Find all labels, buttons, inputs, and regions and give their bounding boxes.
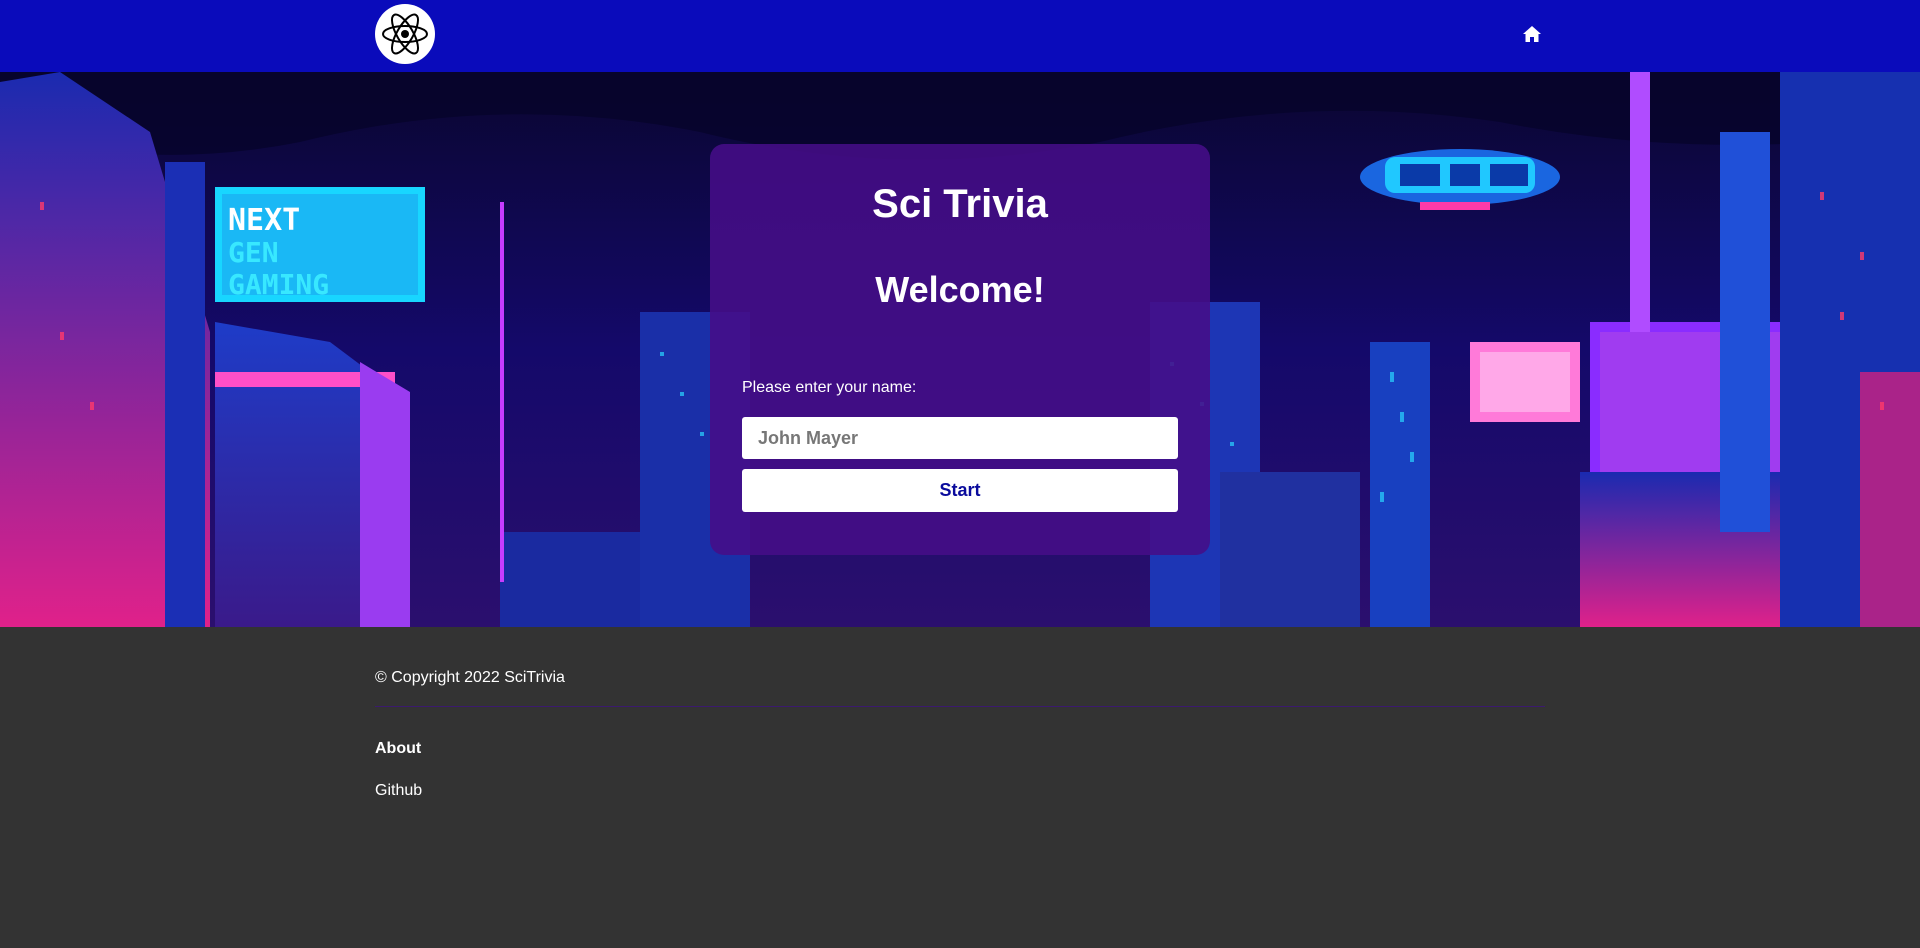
svg-text:GAMING: GAMING [228, 268, 329, 301]
svg-text:GEN: GEN [228, 236, 279, 269]
footer: © Copyright 2022 SciTrivia About Github [0, 627, 1920, 948]
atom-icon[interactable] [375, 4, 435, 64]
welcome-card: Sci Trivia Welcome! Please enter your na… [710, 144, 1210, 555]
hero-cityscape: NEXT GEN GAMING Sci Trivia Welcome! Plea… [0, 72, 1920, 627]
svg-text:NEXT: NEXT [228, 203, 300, 238]
home-icon[interactable] [1520, 22, 1544, 46]
name-input[interactable] [742, 417, 1178, 459]
top-navbar [0, 0, 1920, 73]
copyright-text: © Copyright 2022 SciTrivia [375, 669, 565, 686]
github-link[interactable]: Github [375, 782, 422, 800]
about-heading: About [375, 740, 422, 757]
name-label: Please enter your name: [742, 379, 917, 396]
app-title: Sci Trivia [872, 182, 1048, 226]
welcome-heading: Welcome! [875, 269, 1045, 310]
start-button[interactable]: Start [742, 469, 1178, 512]
footer-divider [375, 706, 1545, 707]
